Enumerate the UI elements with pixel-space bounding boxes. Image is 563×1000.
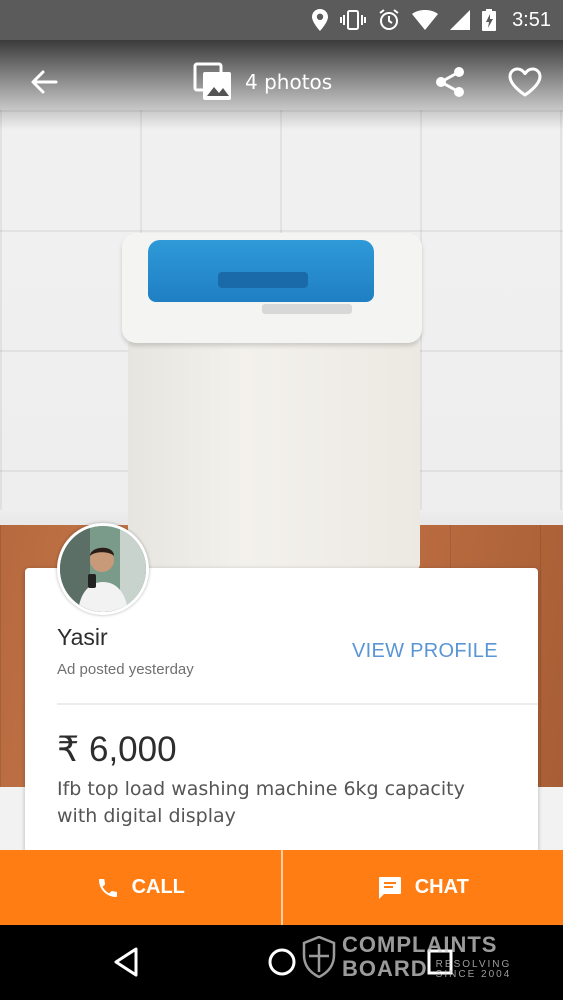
status-bar: 3:51: [0, 0, 563, 40]
seller-avatar[interactable]: [57, 523, 149, 615]
nav-home-button[interactable]: [266, 946, 298, 978]
listing-description: Ifb top load washing machine 6kg capacit…: [57, 778, 465, 827]
phone-icon: [98, 878, 117, 897]
wifi-icon: [412, 10, 439, 30]
signal-icon: [450, 10, 471, 30]
watermark-line2: BOARD: [342, 956, 428, 981]
washing-machine-body: [128, 340, 420, 570]
watermark-tag2: SINCE 2004: [435, 969, 512, 980]
call-button[interactable]: CALL: [0, 850, 281, 925]
shield-logo-icon: [302, 936, 336, 978]
view-profile-link[interactable]: VIEW PROFILE: [352, 640, 498, 663]
nav-back-button[interactable]: [110, 946, 142, 978]
triangle-back-icon: [114, 947, 138, 977]
action-bar: CALL CHAT: [0, 850, 563, 925]
chat-label: CHAT: [414, 876, 469, 898]
watermark: COMPLAINTS BOARD RESOLVING SINCE 2004: [302, 934, 511, 980]
circle-home-icon: [268, 948, 296, 976]
divider: [57, 703, 538, 705]
photos-count-label: 4 photos: [245, 70, 333, 94]
photos-count-button[interactable]: 4 photos: [193, 62, 332, 102]
alarm-icon: [379, 9, 399, 30]
share-icon: [436, 67, 464, 97]
arrow-left-icon: [31, 70, 58, 94]
battery-icon: [482, 9, 497, 31]
photo-gallery-icon: [193, 62, 231, 100]
call-label: CALL: [131, 876, 185, 898]
posted-date: Ad posted yesterday: [57, 661, 194, 678]
seller-photo: [60, 526, 146, 612]
vibrate-icon: [340, 10, 367, 30]
listing-price: ₹ 6,000: [57, 730, 177, 769]
location-icon: [312, 9, 329, 31]
chat-button[interactable]: CHAT: [283, 850, 563, 925]
heart-icon: [508, 67, 542, 97]
washing-machine-display: [262, 304, 352, 314]
seller-name: Yasir: [57, 624, 108, 650]
clock: 3:51: [512, 8, 551, 31]
favorite-button[interactable]: [505, 62, 545, 102]
share-button[interactable]: [430, 62, 470, 102]
watermark-line1: COMPLAINTS: [342, 932, 498, 957]
washing-machine-lid: [148, 240, 374, 302]
back-button[interactable]: [24, 62, 64, 102]
chat-icon: [378, 876, 401, 899]
